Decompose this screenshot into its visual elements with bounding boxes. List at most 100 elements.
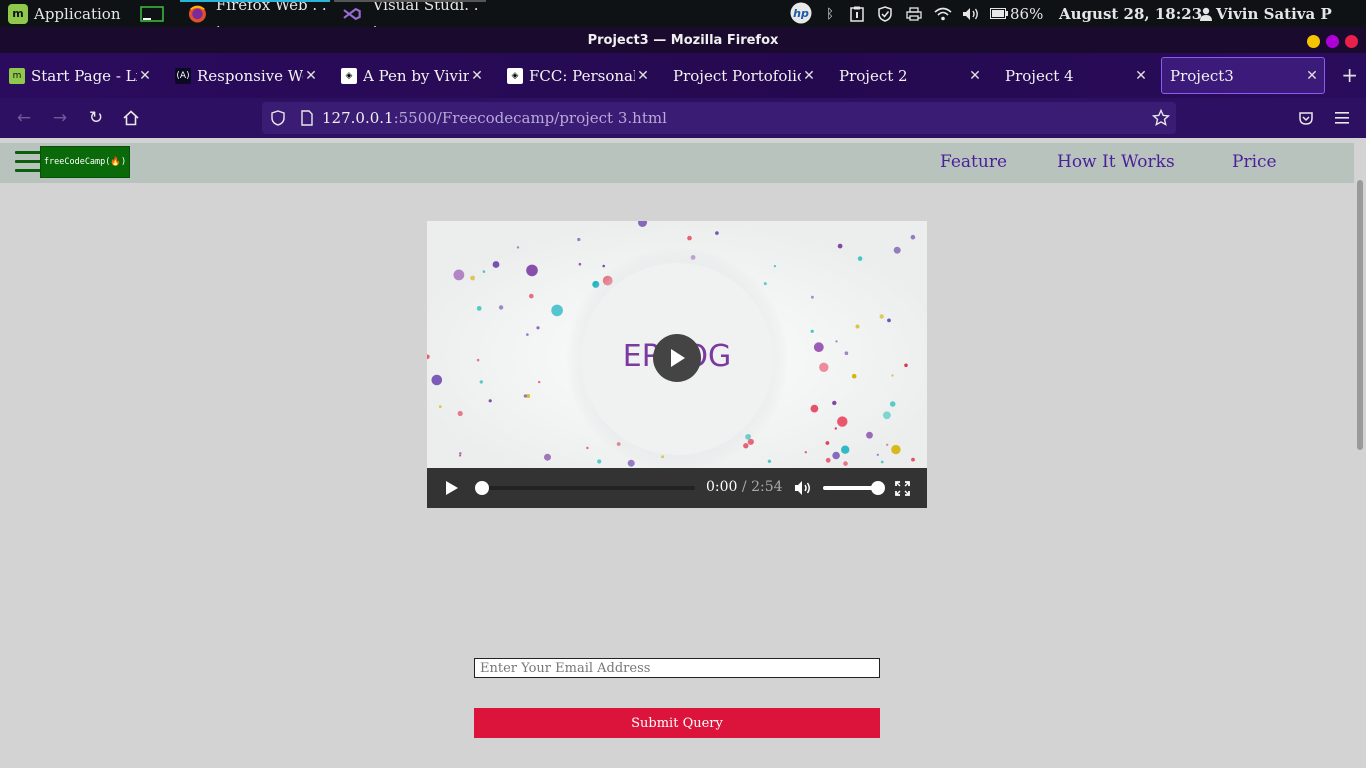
printer-icon[interactable] xyxy=(905,5,923,23)
back-arrow-icon[interactable]: ← xyxy=(12,106,36,130)
show-desktop-icon[interactable] xyxy=(140,0,164,27)
tab-start-page[interactable]: m Start Page - Linux Mint ✕ xyxy=(0,57,157,94)
url-bar[interactable]: 127.0.0.1:5500/Freecodecamp/project 3.ht… xyxy=(262,102,1176,134)
tab-label: Project Portofolio xyxy=(673,66,801,85)
reload-icon[interactable]: ↻ xyxy=(84,106,108,130)
close-tab-icon[interactable]: ✕ xyxy=(1133,68,1149,84)
fullscreen-button[interactable] xyxy=(895,478,910,498)
page-content: freeCodeCamp(🔥) Feature How It Works Pri… xyxy=(0,138,1354,768)
mute-button[interactable] xyxy=(794,478,812,498)
nav-link-how-it-works[interactable]: How It Works xyxy=(1057,152,1175,172)
fullscreen-icon xyxy=(895,480,910,496)
linux-mint-icon: m xyxy=(8,3,28,24)
tab-fcc-personal[interactable]: ◈ FCC: Personal Portfolio ✕ xyxy=(498,57,655,94)
volume-slider[interactable] xyxy=(823,481,885,495)
close-tab-icon[interactable]: ✕ xyxy=(137,68,153,84)
task-indicator xyxy=(334,0,486,2)
tab-label: Responsive Web Design xyxy=(197,66,303,85)
application-menu-label: Application xyxy=(34,4,121,23)
page-info-icon[interactable] xyxy=(300,110,314,126)
video-player[interactable]: EPILOG 0:00 / 2:54 xyxy=(427,221,927,508)
firefox-icon xyxy=(188,4,206,23)
minimize-button[interactable] xyxy=(1307,35,1320,48)
nav-link-price[interactable]: Price xyxy=(1232,152,1277,172)
scrollbar-thumb[interactable] xyxy=(1357,180,1363,450)
maximize-button[interactable] xyxy=(1326,35,1339,48)
tab-responsive-web[interactable]: (A) Responsive Web Design ✕ xyxy=(166,57,323,94)
shield-icon[interactable] xyxy=(876,5,894,23)
site-menu-icon[interactable] xyxy=(15,151,41,173)
hamburger-menu-icon[interactable] xyxy=(1330,106,1354,130)
close-tab-icon[interactable]: ✕ xyxy=(1304,68,1320,84)
active-task-indicator xyxy=(180,0,330,2)
bluetooth-icon[interactable]: ᛒ xyxy=(821,5,839,23)
clock-datetime: August 28, 18:23 xyxy=(1059,4,1203,23)
url-text: 127.0.0.1:5500/Freecodecamp/project 3.ht… xyxy=(322,109,667,127)
user-name: Vivin Sativa P xyxy=(1216,4,1332,23)
duration: / 2:54 xyxy=(741,479,783,495)
tab-label: Start Page - Linux Mint xyxy=(31,66,137,85)
close-tab-icon[interactable]: ✕ xyxy=(967,68,983,84)
nav-link-feature[interactable]: Feature xyxy=(940,152,1007,172)
tab-label: FCC: Personal Portfolio xyxy=(529,66,635,85)
play-icon xyxy=(671,349,685,367)
time-display: 0:00 / 2:54 xyxy=(706,479,783,495)
tab-project-2[interactable]: Project 2 ✕ xyxy=(830,57,987,94)
play-overlay-button[interactable] xyxy=(653,334,701,382)
video-controls: 0:00 / 2:54 xyxy=(427,468,927,508)
wifi-icon[interactable] xyxy=(933,5,953,23)
seek-bar[interactable] xyxy=(475,481,695,495)
svg-text:hp: hp xyxy=(793,7,809,20)
mint-icon: m xyxy=(9,67,25,84)
pocket-icon[interactable] xyxy=(1294,106,1318,130)
visual-studio-icon xyxy=(343,7,361,20)
tab-pen-vivin[interactable]: ◈ A Pen by Vivin Sativa ✕ xyxy=(332,57,489,94)
freecodecamp-icon: (A) xyxy=(175,67,191,84)
tab-label: Project 4 xyxy=(1005,66,1074,85)
volume-icon[interactable] xyxy=(961,5,981,23)
bookmark-star-icon[interactable] xyxy=(1152,109,1170,127)
close-tab-icon[interactable]: ✕ xyxy=(303,68,319,84)
clock[interactable]: August 28, 18:23 xyxy=(1059,0,1202,27)
close-window-button[interactable] xyxy=(1345,35,1358,48)
application-menu[interactable]: m Application xyxy=(8,0,121,27)
site-header: freeCodeCamp(🔥) Feature How It Works Pri… xyxy=(0,143,1354,183)
seek-handle[interactable] xyxy=(475,481,489,495)
window-titlebar[interactable]: Project3 — Mozilla Firefox xyxy=(0,27,1366,53)
clipboard-icon[interactable] xyxy=(848,5,866,23)
tab-project-portofolio[interactable]: Project Portofolio ✕ xyxy=(664,57,821,94)
window-title: Project3 — Mozilla Firefox xyxy=(587,32,779,48)
url-path: :5500/Freecodecamp/project 3.html xyxy=(393,109,667,127)
tab-label: Project3 xyxy=(1170,66,1234,85)
play-button[interactable] xyxy=(445,478,459,498)
volume-handle[interactable] xyxy=(871,481,885,495)
codepen-icon: ◈ xyxy=(507,67,523,84)
current-time: 0:00 xyxy=(706,479,738,495)
taskbar-vscode[interactable]: Visual Studi. . . xyxy=(334,0,486,32)
tracking-shield-icon[interactable] xyxy=(270,110,286,126)
close-tab-icon[interactable]: ✕ xyxy=(469,68,485,84)
codepen-icon: ◈ xyxy=(341,67,357,84)
home-icon[interactable] xyxy=(119,106,143,130)
play-icon xyxy=(446,481,458,495)
new-tab-icon[interactable]: + xyxy=(1341,63,1358,87)
hp-icon[interactable]: hp xyxy=(790,2,812,24)
email-input[interactable] xyxy=(474,658,880,678)
user-menu[interactable]: Vivin Sativa P xyxy=(1200,0,1332,27)
tab-project3-active[interactable]: Project3 ✕ xyxy=(1161,57,1325,94)
page-scrollbar[interactable] xyxy=(1354,138,1366,768)
freecodecamp-logo[interactable]: freeCodeCamp(🔥) xyxy=(40,146,130,178)
submit-button[interactable]: Submit Query xyxy=(474,708,880,738)
tab-label: Project 2 xyxy=(839,66,908,85)
battery-indicator[interactable]: 86% xyxy=(990,0,1043,27)
tab-label: A Pen by Vivin Sativa xyxy=(363,66,469,85)
navigation-toolbar: ← → ↻ 127.0.0.1:5500/Freecodecamp/projec… xyxy=(0,98,1366,138)
tab-bar: m Start Page - Linux Mint ✕ (A) Responsi… xyxy=(0,53,1366,98)
forward-arrow-icon[interactable]: → xyxy=(48,106,72,130)
taskbar-firefox[interactable]: Firefox Web . . . xyxy=(180,0,330,32)
logo-text: freeCodeCamp(🔥) xyxy=(43,157,127,167)
close-tab-icon[interactable]: ✕ xyxy=(801,68,817,84)
tab-project-4[interactable]: Project 4 ✕ xyxy=(996,57,1153,94)
battery-icon xyxy=(990,8,1008,19)
close-tab-icon[interactable]: ✕ xyxy=(635,68,651,84)
